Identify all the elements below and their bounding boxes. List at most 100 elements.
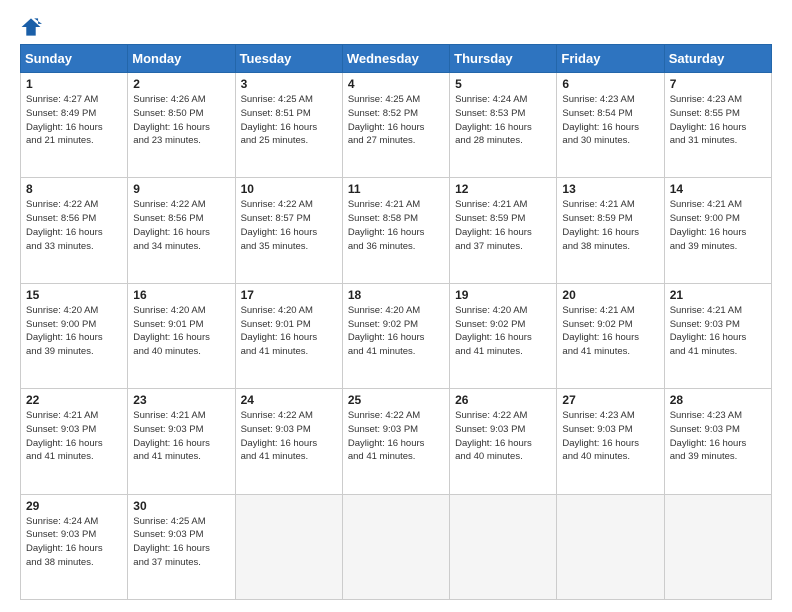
calendar-cell: 6 Sunrise: 4:23 AM Sunset: 8:54 PM Daylig… xyxy=(557,73,664,178)
day-info: Sunrise: 4:21 AM Sunset: 8:59 PM Dayligh… xyxy=(455,198,551,253)
day-info: Sunrise: 4:22 AM Sunset: 8:57 PM Dayligh… xyxy=(241,198,337,253)
calendar-cell: 16Sunrise: 4:20 AM Sunset: 9:01 PM Dayli… xyxy=(128,283,235,388)
day-info: Sunrise: 4:21 AM Sunset: 9:03 PM Dayligh… xyxy=(133,409,229,464)
calendar-cell: 7Sunrise: 4:23 AM Sunset: 8:55 PM Daylig… xyxy=(664,73,771,178)
day-number: 24 xyxy=(241,393,337,407)
day-number: 23 xyxy=(133,393,229,407)
page: SundayMondayTuesdayWednesdayThursdayFrid… xyxy=(0,0,792,612)
day-info: Sunrise: 4:27 AM Sunset: 8:49 PM Dayligh… xyxy=(26,93,122,148)
calendar-cell: 15 Sunrise: 4:20 AM Sunset: 9:00 PM Dayli… xyxy=(21,283,128,388)
day-number: 25 xyxy=(348,393,444,407)
day-number: 30 xyxy=(133,499,229,513)
calendar-cell xyxy=(557,494,664,599)
day-info: Sunrise: 4:23 AM Sunset: 9:03 PM Dayligh… xyxy=(670,409,766,464)
calendar-row-1: 8 Sunrise: 4:22 AM Sunset: 8:56 PM Daylig… xyxy=(21,178,772,283)
calendar-cell: 22 Sunrise: 4:21 AM Sunset: 9:03 PM Dayli… xyxy=(21,389,128,494)
calendar-cell: 12 Sunrise: 4:21 AM Sunset: 8:59 PM Dayli… xyxy=(450,178,557,283)
calendar-cell: 24 Sunrise: 4:22 AM Sunset: 9:03 PM Dayli… xyxy=(235,389,342,494)
day-number: 10 xyxy=(241,182,337,196)
day-number: 15 xyxy=(26,288,122,302)
calendar-cell: 18 Sunrise: 4:20 AM Sunset: 9:02 PM Dayli… xyxy=(342,283,449,388)
calendar-cell: 30 Sunrise: 4:25 AM Sunset: 9:03 PM Dayli… xyxy=(128,494,235,599)
day-info: Sunrise: 4:24 AM Sunset: 9:03 PM Dayligh… xyxy=(26,515,122,570)
day-number: 18 xyxy=(348,288,444,302)
day-info: Sunrise: 4:20 AM Sunset: 9:01 PM Dayligh… xyxy=(241,304,337,359)
calendar-header-tuesday: Tuesday xyxy=(235,45,342,73)
calendar-header-friday: Friday xyxy=(557,45,664,73)
day-info: Sunrise: 4:20 AM Sunset: 9:00 PM Dayligh… xyxy=(26,304,122,359)
day-number: 26 xyxy=(455,393,551,407)
day-number: 22 xyxy=(26,393,122,407)
day-number: 20 xyxy=(562,288,658,302)
calendar-header-saturday: Saturday xyxy=(664,45,771,73)
calendar-cell: 19 Sunrise: 4:20 AM Sunset: 9:02 PM Dayli… xyxy=(450,283,557,388)
calendar-cell: 13 Sunrise: 4:21 AM Sunset: 8:59 PM Dayli… xyxy=(557,178,664,283)
calendar-cell: 25 Sunrise: 4:22 AM Sunset: 9:03 PM Dayli… xyxy=(342,389,449,494)
day-info: Sunrise: 4:24 AM Sunset: 8:53 PM Dayligh… xyxy=(455,93,551,148)
calendar-row-3: 22 Sunrise: 4:21 AM Sunset: 9:03 PM Dayli… xyxy=(21,389,772,494)
calendar-header-wednesday: Wednesday xyxy=(342,45,449,73)
day-number: 14 xyxy=(670,182,766,196)
day-info: Sunrise: 4:23 AM Sunset: 8:54 PM Dayligh… xyxy=(562,93,658,148)
day-number: 29 xyxy=(26,499,122,513)
day-number: 28 xyxy=(670,393,766,407)
calendar-cell: 27Sunrise: 4:23 AM Sunset: 9:03 PM Dayli… xyxy=(557,389,664,494)
day-info: Sunrise: 4:22 AM Sunset: 8:56 PM Dayligh… xyxy=(133,198,229,253)
day-number: 11 xyxy=(348,182,444,196)
header xyxy=(20,16,772,38)
calendar-cell: 1Sunrise: 4:27 AM Sunset: 8:49 PM Daylig… xyxy=(21,73,128,178)
calendar-header-sunday: Sunday xyxy=(21,45,128,73)
day-number: 5 xyxy=(455,77,551,91)
calendar-cell xyxy=(235,494,342,599)
day-info: Sunrise: 4:22 AM Sunset: 9:03 PM Dayligh… xyxy=(455,409,551,464)
day-info: Sunrise: 4:22 AM Sunset: 9:03 PM Dayligh… xyxy=(348,409,444,464)
day-info: Sunrise: 4:25 AM Sunset: 9:03 PM Dayligh… xyxy=(133,515,229,570)
day-info: Sunrise: 4:26 AM Sunset: 8:50 PM Dayligh… xyxy=(133,93,229,148)
calendar-cell xyxy=(450,494,557,599)
calendar-cell: 8 Sunrise: 4:22 AM Sunset: 8:56 PM Daylig… xyxy=(21,178,128,283)
day-info: Sunrise: 4:21 AM Sunset: 9:03 PM Dayligh… xyxy=(26,409,122,464)
day-info: Sunrise: 4:21 AM Sunset: 8:59 PM Dayligh… xyxy=(562,198,658,253)
day-number: 17 xyxy=(241,288,337,302)
day-number: 16 xyxy=(133,288,229,302)
day-number: 8 xyxy=(26,182,122,196)
day-info: Sunrise: 4:22 AM Sunset: 9:03 PM Dayligh… xyxy=(241,409,337,464)
day-number: 3 xyxy=(241,77,337,91)
day-info: Sunrise: 4:20 AM Sunset: 9:02 PM Dayligh… xyxy=(455,304,551,359)
day-info: Sunrise: 4:25 AM Sunset: 8:52 PM Dayligh… xyxy=(348,93,444,148)
calendar-cell: 10 Sunrise: 4:22 AM Sunset: 8:57 PM Dayli… xyxy=(235,178,342,283)
calendar-cell: 26 Sunrise: 4:22 AM Sunset: 9:03 PM Dayli… xyxy=(450,389,557,494)
day-number: 19 xyxy=(455,288,551,302)
day-number: 6 xyxy=(562,77,658,91)
calendar-header-thursday: Thursday xyxy=(450,45,557,73)
calendar-cell: 29 Sunrise: 4:24 AM Sunset: 9:03 PM Dayli… xyxy=(21,494,128,599)
day-info: Sunrise: 4:21 AM Sunset: 9:03 PM Dayligh… xyxy=(670,304,766,359)
calendar-cell: 21Sunrise: 4:21 AM Sunset: 9:03 PM Dayli… xyxy=(664,283,771,388)
calendar-cell xyxy=(664,494,771,599)
calendar-cell: 4 Sunrise: 4:25 AM Sunset: 8:52 PM Daylig… xyxy=(342,73,449,178)
calendar-cell: 23 Sunrise: 4:21 AM Sunset: 9:03 PM Dayli… xyxy=(128,389,235,494)
calendar-cell xyxy=(342,494,449,599)
day-number: 2 xyxy=(133,77,229,91)
day-info: Sunrise: 4:23 AM Sunset: 9:03 PM Dayligh… xyxy=(562,409,658,464)
day-info: Sunrise: 4:20 AM Sunset: 9:02 PM Dayligh… xyxy=(348,304,444,359)
calendar-cell: 3Sunrise: 4:25 AM Sunset: 8:51 PM Daylig… xyxy=(235,73,342,178)
calendar-row-0: 1Sunrise: 4:27 AM Sunset: 8:49 PM Daylig… xyxy=(21,73,772,178)
calendar-cell: 2 Sunrise: 4:26 AM Sunset: 8:50 PM Daylig… xyxy=(128,73,235,178)
day-number: 7 xyxy=(670,77,766,91)
calendar-cell: 17 Sunrise: 4:20 AM Sunset: 9:01 PM Dayli… xyxy=(235,283,342,388)
calendar-table: SundayMondayTuesdayWednesdayThursdayFrid… xyxy=(20,44,772,600)
logo xyxy=(20,16,46,38)
calendar-cell: 5 Sunrise: 4:24 AM Sunset: 8:53 PM Daylig… xyxy=(450,73,557,178)
calendar-row-4: 29 Sunrise: 4:24 AM Sunset: 9:03 PM Dayli… xyxy=(21,494,772,599)
day-info: Sunrise: 4:22 AM Sunset: 8:56 PM Dayligh… xyxy=(26,198,122,253)
calendar-row-2: 15 Sunrise: 4:20 AM Sunset: 9:00 PM Dayli… xyxy=(21,283,772,388)
day-number: 4 xyxy=(348,77,444,91)
day-number: 13 xyxy=(562,182,658,196)
day-number: 12 xyxy=(455,182,551,196)
calendar-header-row: SundayMondayTuesdayWednesdayThursdayFrid… xyxy=(21,45,772,73)
day-info: Sunrise: 4:21 AM Sunset: 9:02 PM Dayligh… xyxy=(562,304,658,359)
day-number: 9 xyxy=(133,182,229,196)
day-info: Sunrise: 4:21 AM Sunset: 8:58 PM Dayligh… xyxy=(348,198,444,253)
calendar-cell: 11 Sunrise: 4:21 AM Sunset: 8:58 PM Dayli… xyxy=(342,178,449,283)
